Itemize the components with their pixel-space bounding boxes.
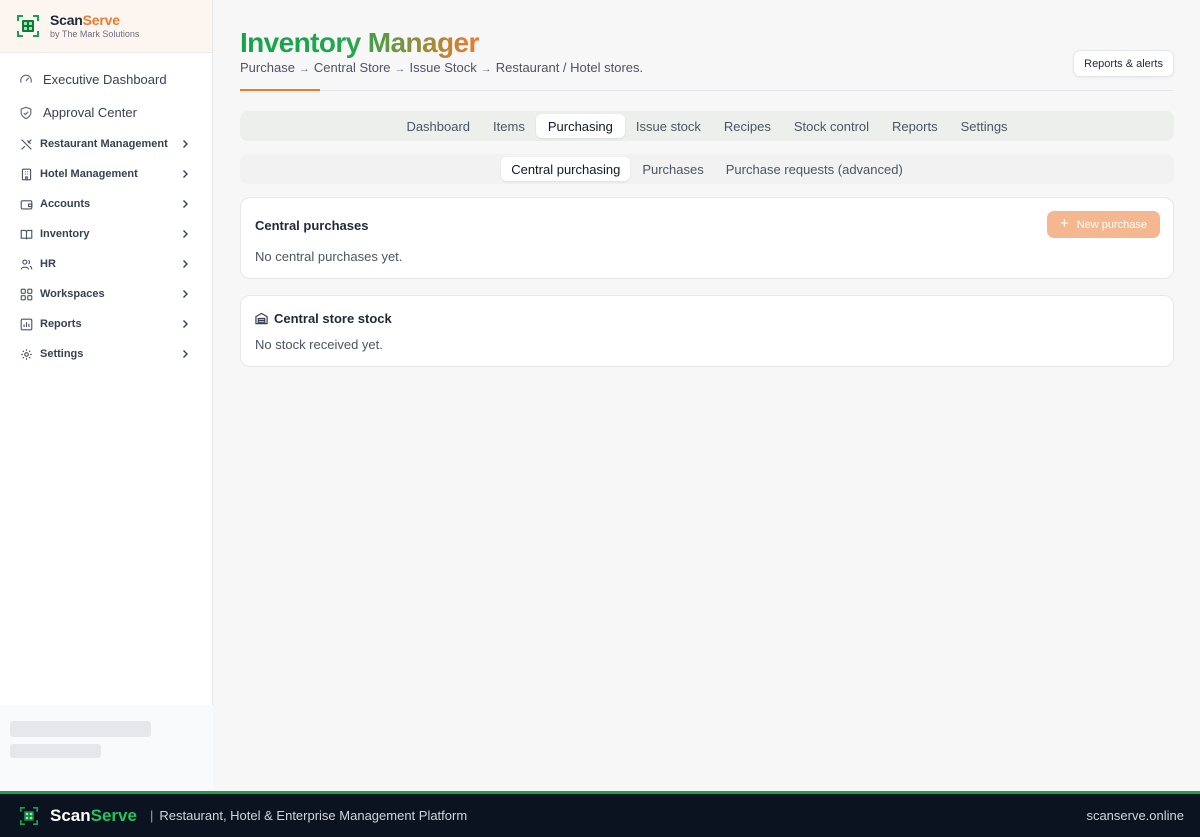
chevron-right-icon: [183, 140, 188, 148]
page-title: Inventory Manager: [240, 27, 479, 58]
card-title: Central store stock: [274, 311, 392, 326]
sidebar-group-label: Accounts: [40, 198, 91, 210]
wallet-icon: [20, 199, 33, 210]
scanserve-logo-icon: [20, 806, 38, 825]
tab-settings[interactable]: Settings: [949, 114, 1020, 138]
chevron-right-icon: [183, 350, 188, 358]
skeleton-line: [10, 721, 151, 737]
user-profile-loading-skeleton: [0, 705, 213, 791]
flow-arrow: →: [394, 63, 406, 75]
new-purchase-button[interactable]: + New purchase: [1047, 211, 1160, 238]
subtab-purchases[interactable]: Purchases: [632, 157, 713, 181]
chevron-right-icon: [183, 200, 188, 208]
flow-step: Restaurant / Hotel stores.: [495, 60, 644, 75]
sidebar-item-executive-dashboard[interactable]: Executive Dashboard: [0, 63, 212, 96]
purchasing-subtabs: Central purchasing Purchases Purchase re…: [240, 154, 1174, 184]
tab-stock-control[interactable]: Stock control: [782, 114, 881, 138]
sidebar: ScanServe by The Mark Solutions Executiv…: [0, 0, 213, 791]
sidebar-group-label: Settings: [40, 348, 84, 360]
brand-header[interactable]: ScanServe by The Mark Solutions: [0, 0, 212, 53]
tab-dashboard[interactable]: Dashboard: [394, 114, 482, 138]
title-accent-underline: [240, 89, 320, 91]
sidebar-group-inventory[interactable]: Inventory: [0, 219, 212, 249]
sidebar-group-label: Workspaces: [40, 288, 105, 300]
footer-brand-serve: Serve: [90, 805, 137, 825]
sidebar-group-hotel-management[interactable]: Hotel Management: [0, 159, 212, 189]
sidebar-group-settings[interactable]: Settings: [0, 339, 212, 369]
sidebar-group-label: HR: [40, 258, 56, 270]
sidebar-group-label: Hotel Management: [40, 168, 138, 180]
sidebar-item-approval-center[interactable]: Approval Center: [0, 96, 212, 129]
main-tabs: Dashboard Items Purchasing Issue stock R…: [240, 111, 1174, 141]
tab-recipes[interactable]: Recipes: [712, 114, 783, 138]
chart-icon: [20, 318, 33, 330]
chevron-right-icon: [183, 290, 188, 298]
sidebar-group-label: Restaurant Management: [40, 138, 168, 150]
sidebar-group-reports[interactable]: Reports: [0, 309, 212, 339]
sidebar-group-workspaces[interactable]: Workspaces: [0, 279, 212, 309]
empty-state-text: No stock received yet.: [255, 337, 383, 352]
shield-check-icon: [20, 106, 32, 119]
footer-brand-name: ScanServe: [50, 806, 137, 826]
skeleton-line: [10, 744, 101, 758]
sidebar-group-accounts[interactable]: Accounts: [0, 189, 212, 219]
central-store-stock-card: Central store stock No stock received ye…: [240, 295, 1174, 367]
footer-site-link[interactable]: scanserve.online: [1086, 808, 1184, 823]
card-title: Central purchases: [255, 218, 369, 233]
footer: ScanServe | Restaurant, Hotel & Enterpri…: [0, 791, 1200, 837]
sidebar-item-label: Approval Center: [43, 105, 137, 120]
grid-icon: [20, 288, 33, 300]
flow-step: Issue Stock: [409, 60, 477, 75]
header-divider: [240, 90, 1174, 91]
scanserve-logo-icon: [17, 15, 39, 37]
warehouse-icon: [255, 312, 268, 325]
users-icon: [20, 258, 33, 270]
reports-alerts-button[interactable]: Reports & alerts: [1073, 50, 1174, 77]
footer-brand-scan: Scan: [50, 805, 91, 825]
sidebar-nav: Executive Dashboard Approval Center Rest…: [0, 53, 212, 369]
tab-reports[interactable]: Reports: [880, 114, 950, 138]
central-purchases-card: Central purchases + New purchase No cent…: [240, 197, 1174, 279]
activity-icon: [20, 74, 32, 83]
sidebar-item-label: Executive Dashboard: [43, 72, 167, 87]
sidebar-group-label: Inventory: [40, 228, 90, 240]
tab-purchasing[interactable]: Purchasing: [535, 114, 625, 138]
subtab-central-purchasing[interactable]: Central purchasing: [501, 157, 631, 181]
flow-step: Purchase: [240, 60, 295, 75]
gear-icon: [21, 348, 32, 360]
building-icon: [21, 168, 32, 180]
sidebar-group-label: Reports: [40, 318, 82, 330]
tab-items[interactable]: Items: [481, 114, 537, 138]
plus-icon: +: [1059, 215, 1069, 232]
sidebar-group-restaurant-management[interactable]: Restaurant Management: [0, 129, 212, 159]
book-icon: [20, 229, 33, 239]
button-label: New purchase: [1076, 218, 1148, 231]
flow-arrow: →: [480, 63, 492, 75]
sidebar-group-hr[interactable]: HR: [0, 249, 212, 279]
flow-step: Central Store: [313, 60, 391, 75]
brand-name: ScanServe: [50, 13, 139, 28]
brand-name-serve: Serve: [82, 12, 120, 28]
inventory-flow-subtitle: Purchase → Central Store → Issue Stock → Resta…: [240, 60, 643, 75]
chevron-right-icon: [183, 260, 188, 268]
tab-issue-stock[interactable]: Issue stock: [624, 114, 713, 138]
flow-arrow: →: [298, 63, 310, 75]
footer-separator: |: [149, 808, 154, 823]
brand-name-scan: Scan: [50, 12, 83, 28]
empty-state-text: No central purchases yet.: [255, 249, 403, 264]
footer-tagline: Restaurant, Hotel & Enterprise Managemen…: [159, 808, 468, 823]
brand-subtitle: by The Mark Solutions: [50, 29, 140, 39]
chevron-right-icon: [183, 170, 188, 178]
subtab-purchase-requests[interactable]: Purchase requests (advanced): [716, 157, 913, 181]
utensils-icon: [21, 138, 32, 150]
chevron-right-icon: [183, 230, 188, 238]
chevron-right-icon: [183, 320, 188, 328]
